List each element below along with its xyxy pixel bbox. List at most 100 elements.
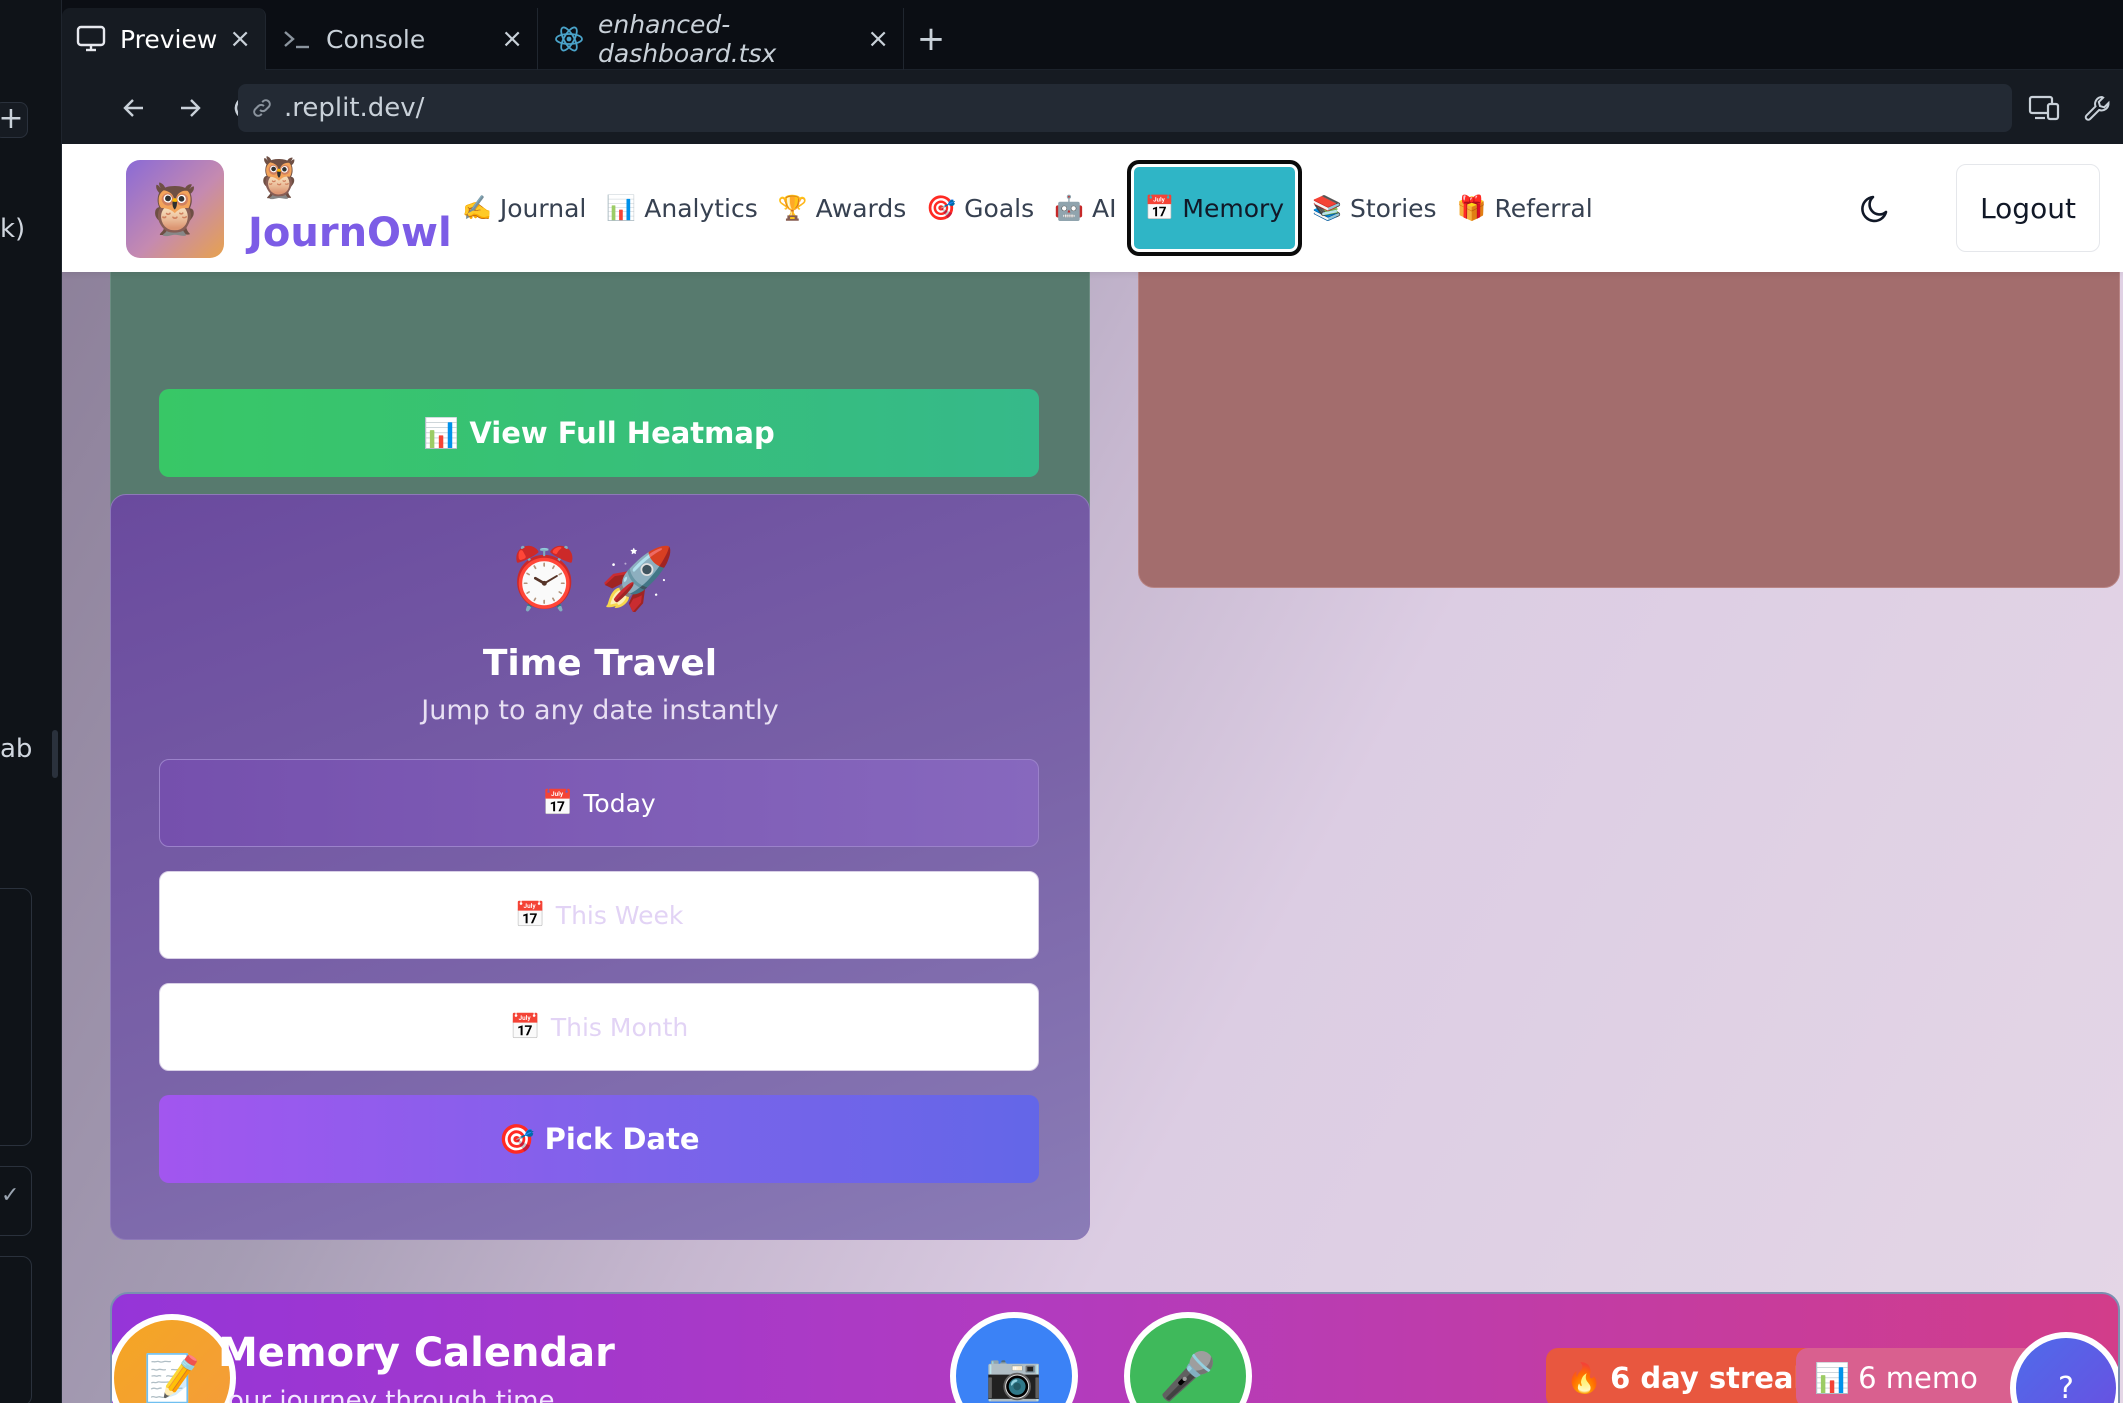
pick-date-button[interactable]: 🎯 Pick Date xyxy=(159,1095,1039,1183)
panel-card xyxy=(0,888,32,1146)
check-icon: ✓ xyxy=(1,1183,20,1208)
close-icon[interactable]: × xyxy=(867,24,889,54)
stats-card xyxy=(1138,224,2120,588)
close-icon[interactable]: × xyxy=(229,24,251,54)
devtools-button[interactable] xyxy=(2078,88,2118,128)
chart-icon: 📊 xyxy=(423,415,460,450)
monitor-icon xyxy=(76,24,106,54)
terminal-icon xyxy=(282,24,312,54)
microphone-icon: 🎤 xyxy=(1159,1348,1217,1403)
app-preview: 📊 View Full Heatmap 🦉 🦉 JournOwl ✍️ Journ… xyxy=(62,144,2123,1403)
logo[interactable]: 🦉 xyxy=(126,160,224,258)
nav-memory[interactable]: 📅 Memory xyxy=(1126,160,1303,256)
chart-icon: 📊 xyxy=(1814,1360,1851,1395)
tab-label: Console xyxy=(326,24,426,54)
button-label: Pick Date xyxy=(544,1122,700,1156)
app-header: 🦉 🦉 JournOwl ✍️ Journal 📊 Analytics 🏆 Award… xyxy=(62,144,2123,272)
close-icon[interactable]: × xyxy=(501,24,523,54)
nav-label: Memory xyxy=(1182,193,1285,223)
calendar-icon: 📅 xyxy=(542,788,574,817)
new-item-button[interactable]: + xyxy=(0,102,28,138)
view-heatmap-label: View Full Heatmap xyxy=(469,416,775,450)
nav-ai[interactable]: 🤖 AI xyxy=(1044,160,1126,256)
memory-calendar-title: Memory Calendar xyxy=(218,1330,615,1376)
target-icon: 🎯 xyxy=(926,194,957,222)
link-icon xyxy=(253,99,271,117)
nav-awards[interactable]: 🏆 Awards xyxy=(768,160,916,256)
devices-icon xyxy=(2028,95,2060,121)
photo-button[interactable]: 📷 xyxy=(950,1312,1078,1403)
this-week-button[interactable]: 📅 This Week xyxy=(159,871,1039,959)
ide-left-panel: + k) ab ✓ xyxy=(0,0,62,1403)
nav-goals[interactable]: 🎯 Goals xyxy=(916,160,1044,256)
books-icon: 📚 xyxy=(1312,194,1342,222)
camera-icon: 📷 xyxy=(985,1348,1043,1403)
brand-name[interactable]: JournOwl xyxy=(248,210,452,256)
nav-stories[interactable]: 📚 Stories xyxy=(1302,160,1447,256)
react-icon xyxy=(554,24,584,54)
time-travel-title: Time Travel xyxy=(482,643,718,684)
nav-label: Analytics xyxy=(644,193,758,223)
memories-label: 6 memo xyxy=(1858,1361,1978,1395)
calendar-icon: 📅 xyxy=(1144,194,1175,222)
today-button[interactable]: 📅 Today xyxy=(159,759,1039,847)
nav-journal[interactable]: ✍️ Journal xyxy=(452,160,596,256)
nav-analytics[interactable]: 📊 Analytics xyxy=(596,160,767,256)
target-icon: 🎯 xyxy=(498,1121,535,1156)
button-label: This Week xyxy=(555,900,684,930)
time-travel-subtitle: Jump to any date instantly xyxy=(421,695,779,726)
new-tab-button[interactable]: + xyxy=(908,16,954,62)
tab-preview[interactable]: Preview × xyxy=(62,8,266,70)
owl-icon: 🦉 xyxy=(254,155,304,201)
memo-icon: 📝 xyxy=(143,1350,201,1403)
nav-label: Goals xyxy=(964,193,1035,223)
tab-console[interactable]: Console × xyxy=(268,8,538,70)
panel-card[interactable]: ✓ xyxy=(0,1166,32,1236)
url-text: .replit.dev/ xyxy=(284,93,425,123)
nav-label: Journal xyxy=(499,193,587,223)
panel-resize-handle[interactable] xyxy=(52,730,58,778)
voice-button[interactable]: 🎤 xyxy=(1124,1312,1252,1403)
button-label: This Month xyxy=(550,1012,689,1042)
time-travel-card: ⏰🚀 Time Travel Jump to any date instantl… xyxy=(110,494,1090,1240)
help-icon: ? xyxy=(2058,1370,2074,1403)
moon-icon xyxy=(1861,195,1888,223)
fire-icon: 🔥 xyxy=(1566,1360,1603,1395)
forward-button[interactable] xyxy=(170,88,210,128)
tab-label: enhanced-dashboard.tsx xyxy=(598,10,777,68)
tab-bar: Preview × Console × enhanced-dashboard.t… xyxy=(62,0,2123,70)
panel-card xyxy=(0,1256,32,1403)
logout-button[interactable]: Logout xyxy=(1956,164,2100,252)
streak-label: 6 day streak xyxy=(1610,1361,1813,1395)
url-bar-row: .replit.dev/ xyxy=(62,70,2123,144)
chart-icon: 📊 xyxy=(606,194,637,222)
panel-text-fragment: ab xyxy=(0,734,33,764)
button-label: Today xyxy=(583,788,656,818)
back-button[interactable] xyxy=(114,88,154,128)
view-heatmap-button[interactable]: 📊 View Full Heatmap xyxy=(159,389,1039,477)
help-button[interactable]: ? xyxy=(2010,1332,2118,1403)
nav-label: Referral xyxy=(1494,193,1593,223)
nav-referral[interactable]: 🎁 Referral xyxy=(1447,160,1603,256)
url-input[interactable]: .replit.dev/ xyxy=(238,84,2012,132)
theme-toggle-button[interactable] xyxy=(1856,188,1896,228)
writing-hand-icon: ✍️ xyxy=(462,194,492,222)
arrow-right-icon xyxy=(181,99,201,117)
owl-icon: 🦉 xyxy=(143,179,207,238)
tab-label: Preview xyxy=(120,24,218,54)
this-month-button[interactable]: 📅 This Month xyxy=(159,983,1039,1071)
wrench-icon xyxy=(2084,95,2110,121)
panel-text-fragment: k) xyxy=(0,214,26,244)
memories-badge: 📊 6 memo xyxy=(1796,1348,2036,1403)
robot-icon: 🤖 xyxy=(1054,194,1085,222)
calendar-icon: 📅 xyxy=(509,1012,541,1041)
device-preview-button[interactable] xyxy=(2024,88,2064,128)
memory-calendar-subtitle: our journey through time xyxy=(228,1386,555,1403)
nav-label: Stories xyxy=(1349,193,1437,223)
nav-label: Awards xyxy=(815,193,907,223)
gift-icon: 🎁 xyxy=(1456,194,1487,222)
trophy-icon: 🏆 xyxy=(777,194,808,222)
alarm-rocket-icon: ⏰🚀 xyxy=(507,544,693,614)
nav-label: AI xyxy=(1092,193,1117,223)
tab-enhanced-dashboard[interactable]: enhanced-dashboard.tsx × xyxy=(540,8,904,70)
